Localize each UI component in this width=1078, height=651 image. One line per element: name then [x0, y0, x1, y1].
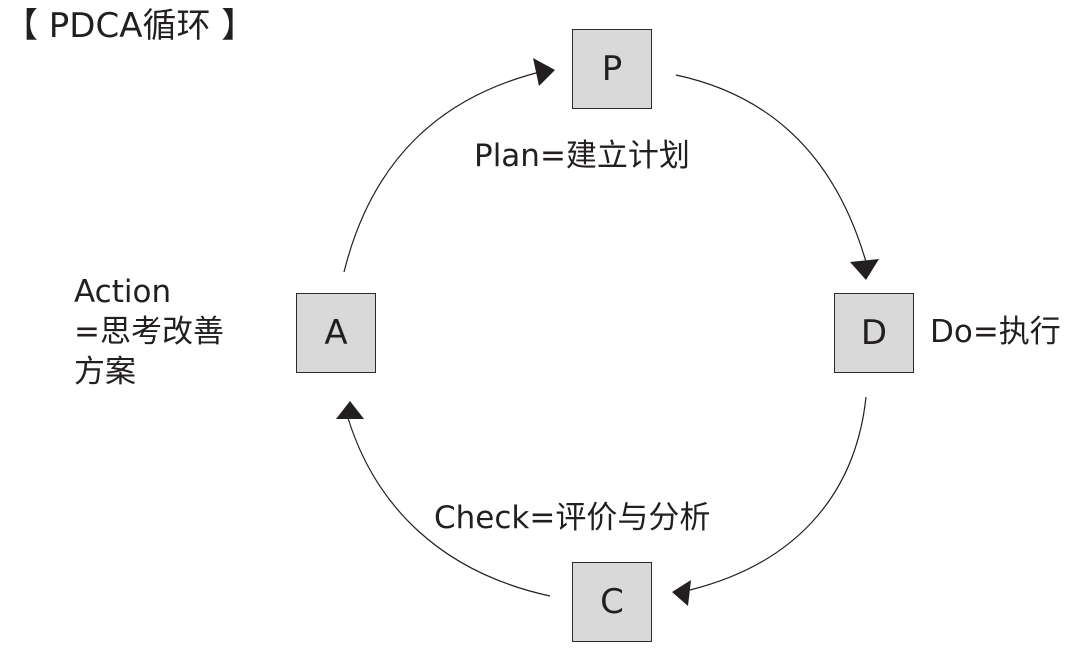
arrowhead-to-p [533, 58, 555, 86]
label-action-line1: Action [74, 274, 172, 310]
label-action-line2: =思考改善 [74, 314, 224, 350]
label-check: Check=评价与分析 [434, 500, 711, 536]
node-plan: P [572, 29, 652, 109]
arrowhead-to-c [672, 580, 691, 606]
label-do: Do=执行 [930, 314, 1061, 350]
label-plan: Plan=建立计划 [474, 138, 690, 174]
arc-p-to-d [675, 74, 867, 263]
arc-d-to-c [689, 396, 867, 591]
node-do: D [834, 293, 914, 373]
node-check: C [572, 562, 652, 642]
label-action: Action =思考改善 方案 [74, 272, 224, 392]
arrowhead-to-d [850, 259, 879, 280]
label-action-line3: 方案 [74, 354, 136, 390]
node-action: A [296, 293, 376, 373]
arrowhead-to-a [336, 401, 364, 419]
